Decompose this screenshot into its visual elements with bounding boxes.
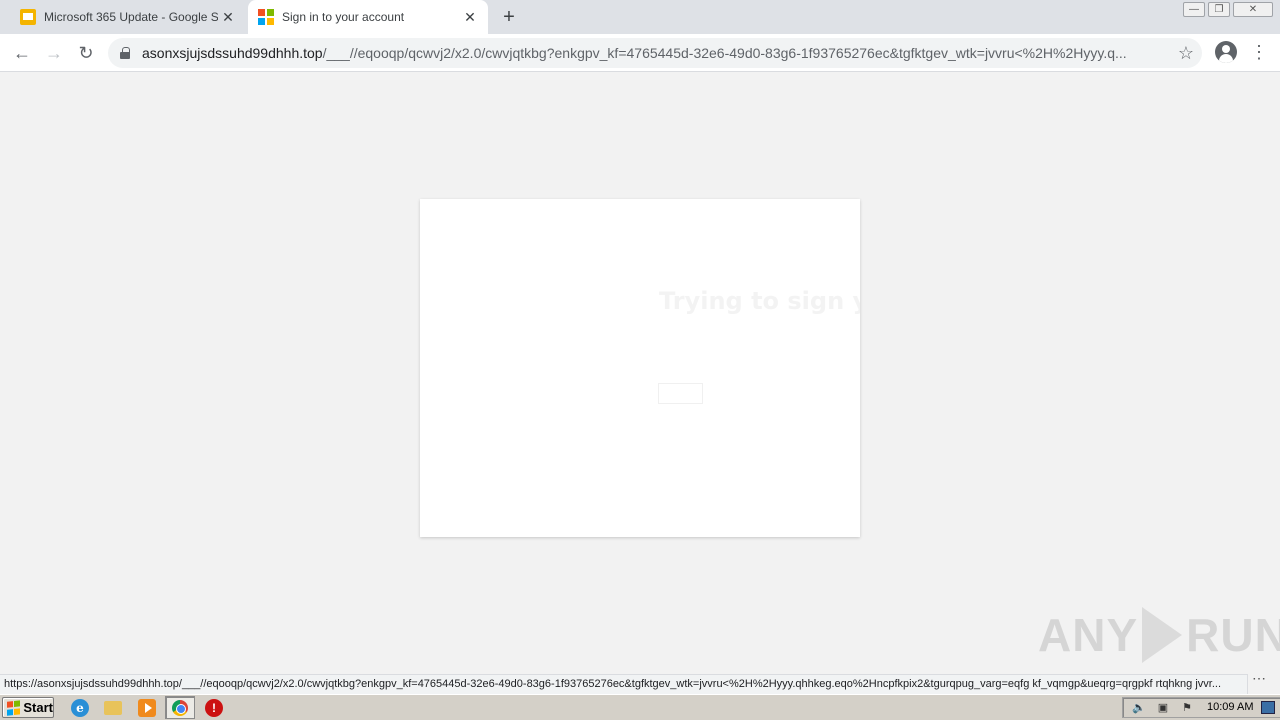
file-explorer-icon[interactable] — [104, 701, 122, 715]
reload-icon[interactable]: ↻ — [74, 41, 98, 65]
more-menu-icon[interactable]: ⋮ — [1250, 42, 1268, 64]
watermark-left-text: ANY — [1038, 609, 1139, 661]
url-path: /___//eqooqp/qcwvj2/x2.0/cwvjqtkbg?enkgp… — [322, 45, 1127, 61]
new-tab-button[interactable]: + — [498, 7, 520, 27]
bookmark-star-icon[interactable]: ☆ — [1178, 43, 1194, 64]
tab-title: Microsoft 365 Update - Google Slides — [44, 10, 218, 24]
tab-title: Sign in to your account — [282, 10, 405, 24]
close-icon[interactable]: ✕ — [460, 7, 480, 27]
flag-icon[interactable]: ⚑ — [1179, 701, 1195, 715]
link-status-bar: https://asonxsjujsdssuhd99dhhh.top/___//… — [0, 674, 1248, 694]
close-icon[interactable]: ✕ — [218, 7, 238, 27]
microsoft-logo-icon — [258, 9, 274, 25]
minimize-icon[interactable]: — — [1183, 2, 1205, 17]
show-desktop-icon[interactable] — [1261, 701, 1275, 714]
tab-strip: Microsoft 365 Update - Google Slides ✕ S… — [0, 0, 1280, 34]
window-controls: — ❐ ✕ — [1183, 2, 1273, 17]
play-icon — [1142, 607, 1183, 663]
taskbar-chrome-button[interactable] — [165, 696, 195, 719]
profile-avatar-icon[interactable] — [1215, 41, 1237, 63]
chrome-icon — [172, 700, 188, 716]
sign-in-card: Trying to sign you — [420, 199, 860, 537]
opera-icon[interactable]: ! — [205, 699, 223, 717]
address-bar[interactable]: asonxsjujsdssuhd99dhhh.top/___//eqooqp/q… — [108, 38, 1202, 68]
anyrun-watermark: ANY RUN — [1038, 605, 1280, 665]
restore-icon[interactable]: ❐ — [1208, 2, 1230, 17]
back-icon[interactable]: ← — [10, 41, 34, 65]
faint-button-placeholder — [658, 383, 703, 404]
taskbar: Start e ! 🔈 ▣ ⚑ 10:09 AM — [0, 694, 1280, 720]
media-player-icon[interactable] — [138, 699, 156, 717]
tab-google-slides[interactable]: Microsoft 365 Update - Google Slides ✕ — [8, 0, 246, 34]
volume-icon[interactable]: 🔈 — [1131, 701, 1147, 715]
lock-icon[interactable] — [120, 47, 130, 59]
system-tray: 🔈 ▣ ⚑ 10:09 AM — [1122, 697, 1280, 718]
tab-sign-in[interactable]: Sign in to your account ✕ — [248, 0, 488, 34]
url-text[interactable]: asonxsjujsdssuhd99dhhh.top/___//eqooqp/q… — [142, 45, 1162, 61]
browser-toolbar: ← → ↻ asonxsjujsdssuhd99dhhh.top/___//eq… — [0, 34, 1280, 72]
clock[interactable]: 10:09 AM — [1207, 701, 1253, 713]
forward-icon[interactable]: → — [42, 41, 66, 65]
url-domain: asonxsjujsdssuhd99dhhh.top — [142, 45, 323, 61]
start-label: Start — [23, 700, 53, 715]
windows-logo-icon — [7, 699, 20, 715]
watermark-right-text: RUN — [1186, 609, 1280, 661]
internet-explorer-icon[interactable]: e — [71, 699, 89, 717]
start-button[interactable]: Start — [2, 697, 54, 718]
page-content: Trying to sign you — [0, 72, 1280, 672]
sign-in-heading: Trying to sign you — [659, 287, 860, 315]
network-icon[interactable]: ▣ — [1155, 701, 1171, 715]
more-dots-icon: ⋯ — [1252, 670, 1266, 686]
close-window-icon[interactable]: ✕ — [1233, 2, 1273, 17]
google-slides-icon — [20, 9, 36, 25]
